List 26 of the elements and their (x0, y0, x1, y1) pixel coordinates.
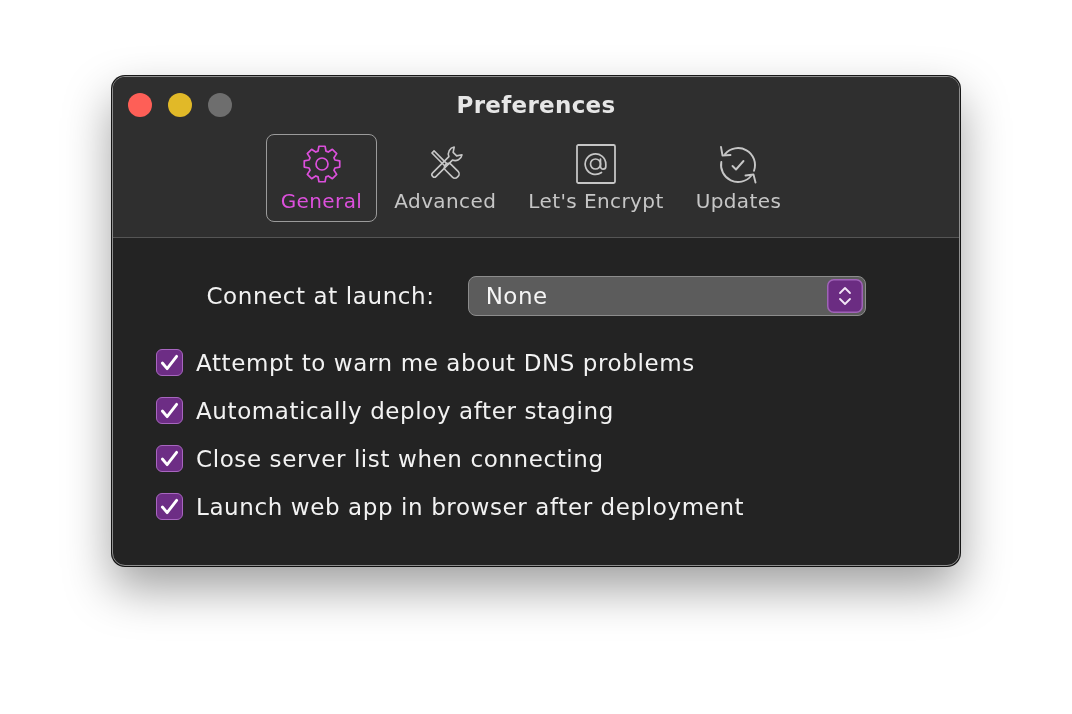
checkmark-icon (160, 353, 179, 372)
field-label: Connect at launch: (206, 283, 435, 309)
checkbox[interactable] (156, 397, 183, 424)
zoom-button[interactable] (208, 93, 232, 117)
close-button[interactable] (128, 93, 152, 117)
checkmark-icon (160, 449, 179, 468)
option-label: Close server list when connecting (196, 445, 604, 472)
checkbox[interactable] (156, 349, 183, 376)
stepper-icon (827, 279, 864, 313)
option-label: Attempt to warn me about DNS problems (196, 349, 695, 376)
toolbar-tab[interactable]: Updates (680, 134, 797, 222)
toolbar-tab[interactable]: General (265, 134, 378, 222)
checkmark-icon (160, 401, 179, 420)
option-label: Launch web app in browser after deployment (196, 493, 745, 520)
circular-arrows-check-icon (718, 144, 759, 184)
minimize-button[interactable] (168, 93, 192, 117)
window-title: Preferences (456, 92, 616, 118)
checkmark-icon (160, 497, 179, 516)
toolbar-tab[interactable]: Advanced (379, 134, 512, 222)
gear-icon (301, 144, 342, 184)
at-sign-icon (575, 144, 616, 184)
checkbox[interactable] (156, 493, 183, 520)
popup-button[interactable]: None (467, 276, 866, 316)
toolbar-tab[interactable]: Let's Encrypt (513, 134, 679, 222)
option-label: Automatically deploy after staging (196, 397, 614, 424)
checkbox[interactable] (156, 445, 183, 472)
